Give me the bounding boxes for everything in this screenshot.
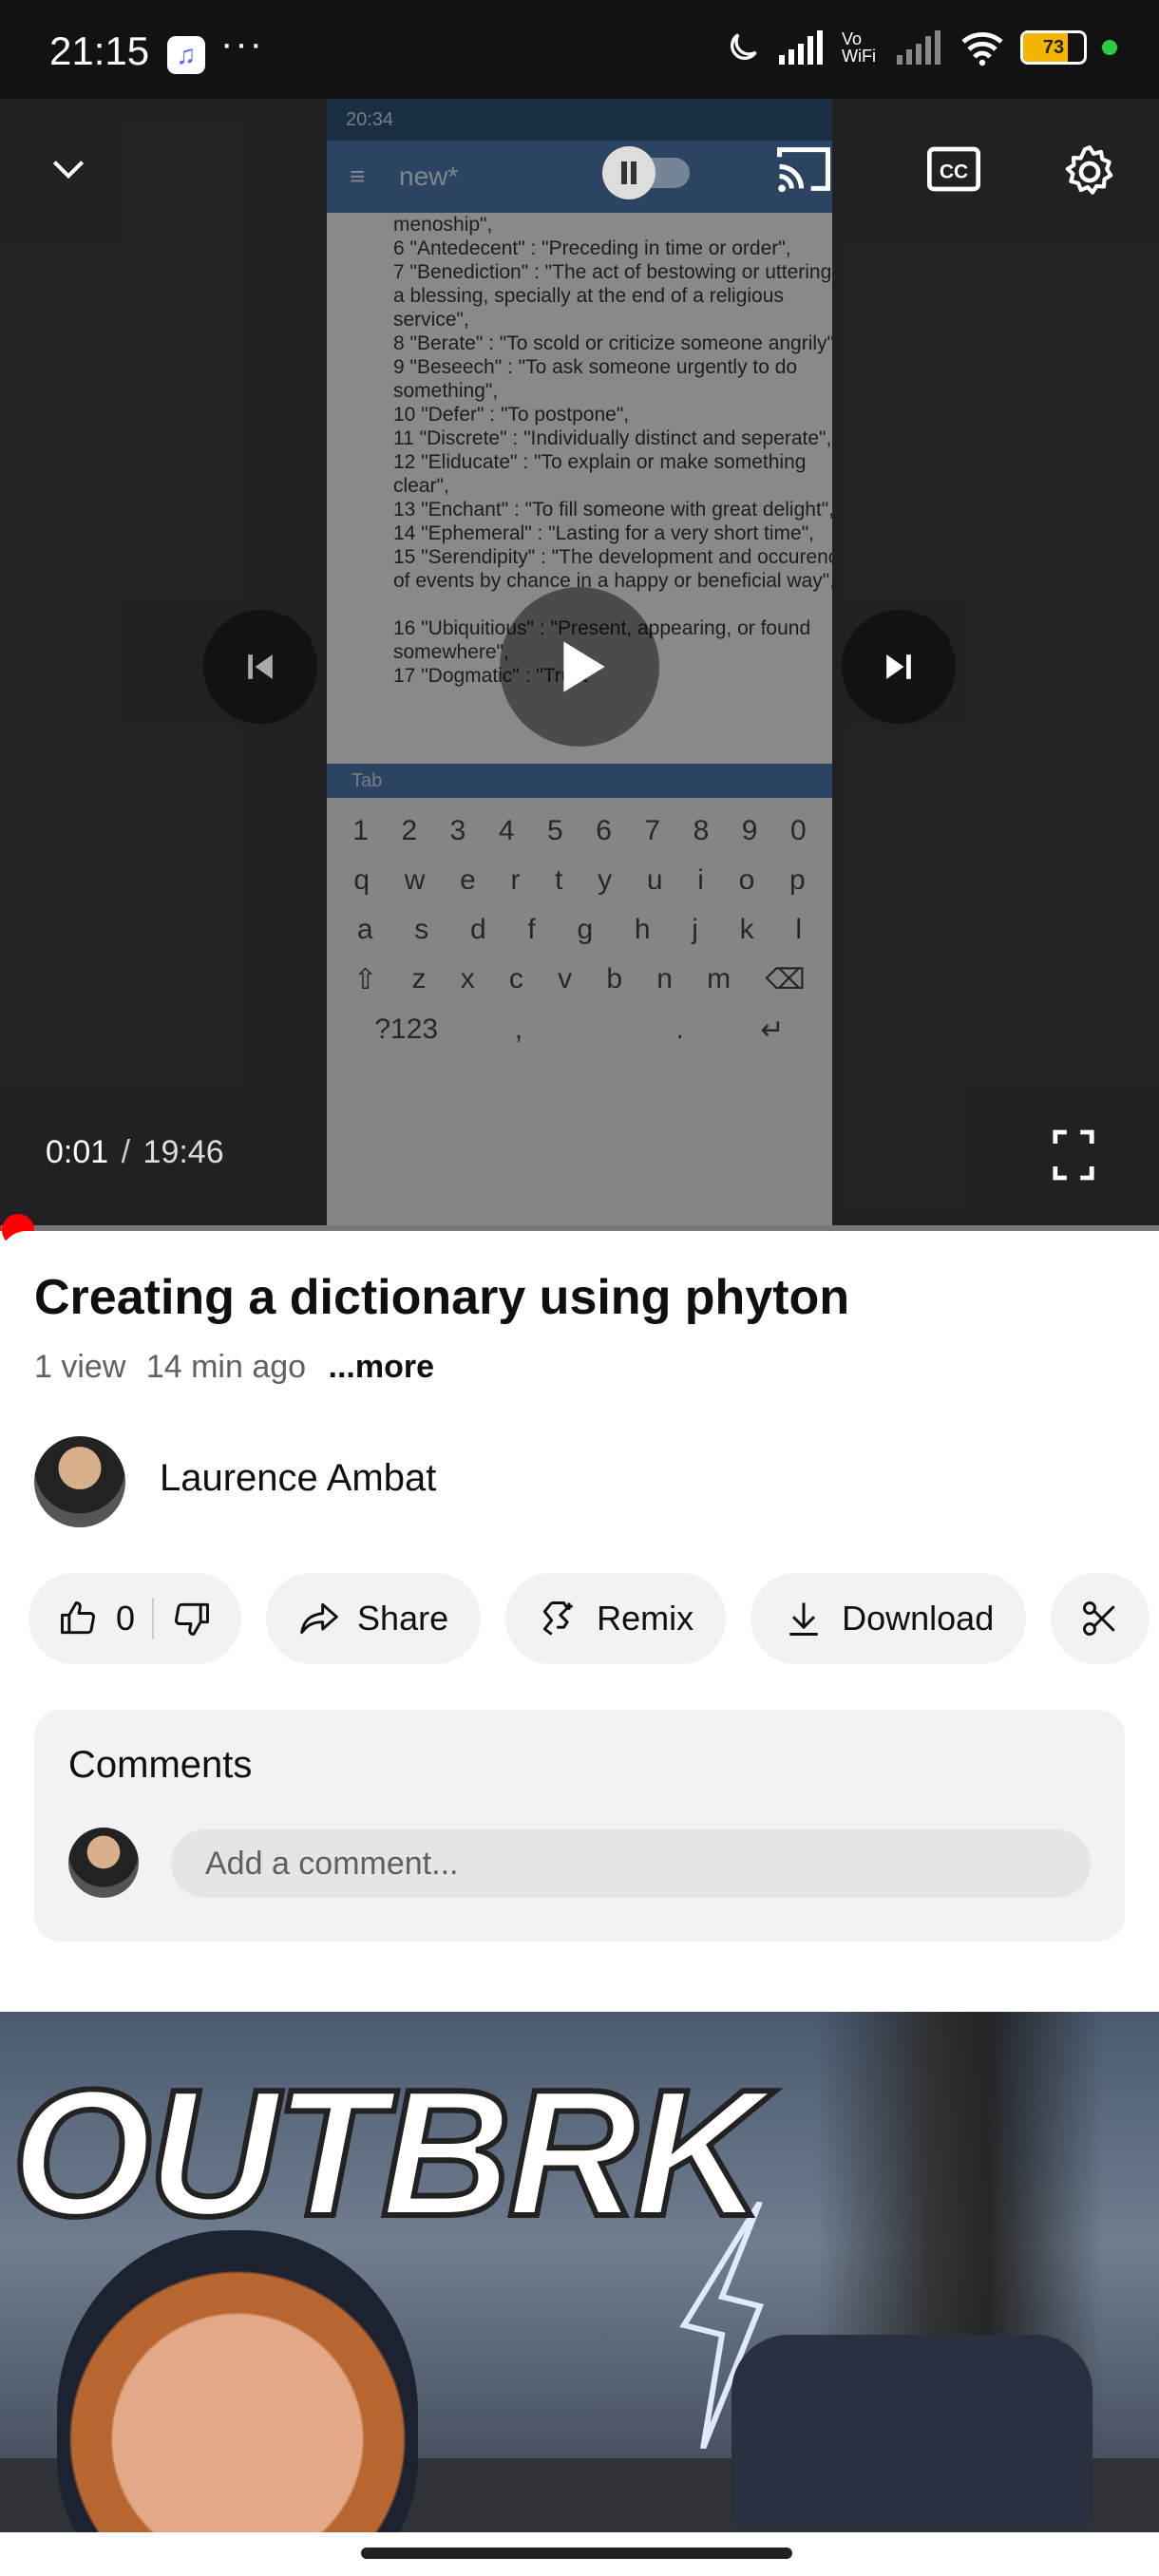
captions-icon[interactable]: CC [927, 146, 980, 192]
channel-name[interactable]: Laurence Ambat [160, 1457, 436, 1500]
pause-autoplay-toggle[interactable] [595, 142, 699, 203]
channel-avatar[interactable] [34, 1436, 125, 1527]
play-button[interactable] [500, 587, 659, 747]
current-time: 0:01 [46, 1134, 109, 1170]
like-count: 0 [116, 1599, 136, 1638]
add-comment-input[interactable]: Add a comment... [171, 1829, 1091, 1898]
svg-text:CC: CC [940, 161, 968, 182]
comments-section[interactable]: Comments Add a comment... [34, 1710, 1125, 1941]
view-count: 1 view [34, 1349, 126, 1385]
more-notifications-icon: ··· [220, 23, 264, 65]
download-button[interactable]: Download [750, 1573, 1027, 1664]
battery-icon: 73 [1020, 30, 1087, 65]
remix-icon [542, 1601, 573, 1636]
skip-next-icon [886, 654, 911, 679]
action-bar: 0 Share Remix Download [28, 1573, 1150, 1664]
wifi-icon [961, 31, 1003, 66]
user-avatar [68, 1828, 139, 1898]
download-label: Download [842, 1599, 995, 1638]
minimize-chevron-icon[interactable] [48, 148, 89, 190]
video-player[interactable]: 20:34 ≡ new* menoship", 6 "Antedecent" : … [0, 99, 1159, 1231]
like-dislike-group: 0 [28, 1573, 242, 1664]
comments-heading: Comments [68, 1744, 253, 1786]
description-more-link[interactable]: ...more [329, 1349, 434, 1385]
signal-icon [779, 30, 823, 65]
clip-button[interactable] [1051, 1573, 1150, 1664]
video-info-panel: Creating a dictionary using phyton 1 vie… [0, 1231, 1159, 2010]
fullscreen-icon[interactable] [1051, 1127, 1096, 1184]
share-label: Share [357, 1599, 449, 1638]
like-icon[interactable] [57, 1598, 99, 1639]
cast-icon[interactable] [773, 142, 834, 196]
remix-button[interactable]: Remix [505, 1573, 727, 1664]
moon-icon [731, 33, 757, 60]
remix-label: Remix [597, 1599, 694, 1638]
status-bar: 21:15 ♫ ··· Vo WiFi 73 [0, 0, 1159, 99]
battery-level: 73 [1042, 37, 1065, 58]
share-button[interactable]: Share [266, 1573, 482, 1664]
outbrk-logo: OUTBRK [9, 2050, 768, 2257]
notification-app-icon: ♫ [167, 36, 205, 74]
time-separator: / [121, 1134, 131, 1170]
play-icon [563, 641, 605, 692]
skip-previous-icon [248, 654, 273, 679]
scissors-icon [1083, 1601, 1115, 1636]
previous-video-button[interactable] [203, 610, 317, 724]
dislike-icon[interactable] [171, 1598, 213, 1639]
total-duration: 19:46 [142, 1134, 224, 1170]
status-icons: Vo WiFi 73 [724, 28, 1117, 66]
next-video-button[interactable] [842, 610, 956, 724]
share-icon [300, 1602, 338, 1635]
gesture-nav-bar [0, 2532, 1159, 2576]
video-meta[interactable]: 1 view 14 min ago ...more [34, 1349, 434, 1386]
vowifi-label: Vo WiFi [842, 29, 876, 66]
like-divider [152, 1598, 155, 1639]
privacy-indicator-icon [1102, 40, 1117, 55]
next-video-thumbnail[interactable]: OUTBRK [0, 2012, 1159, 2532]
home-gesture-handle[interactable] [361, 2548, 792, 2559]
presenter-face-graphic [57, 2230, 418, 2532]
video-title[interactable]: Creating a dictionary using phyton [34, 1269, 849, 1326]
status-time: 21:15 [49, 28, 150, 73]
upload-age: 14 min ago [145, 1349, 307, 1385]
storm-vehicle-graphic [732, 2335, 1092, 2525]
signal-weak-icon [897, 30, 940, 65]
settings-gear-icon[interactable] [1060, 142, 1119, 201]
time-display: 0:01 / 19:46 [46, 1134, 224, 1171]
download-icon [789, 1602, 818, 1636]
